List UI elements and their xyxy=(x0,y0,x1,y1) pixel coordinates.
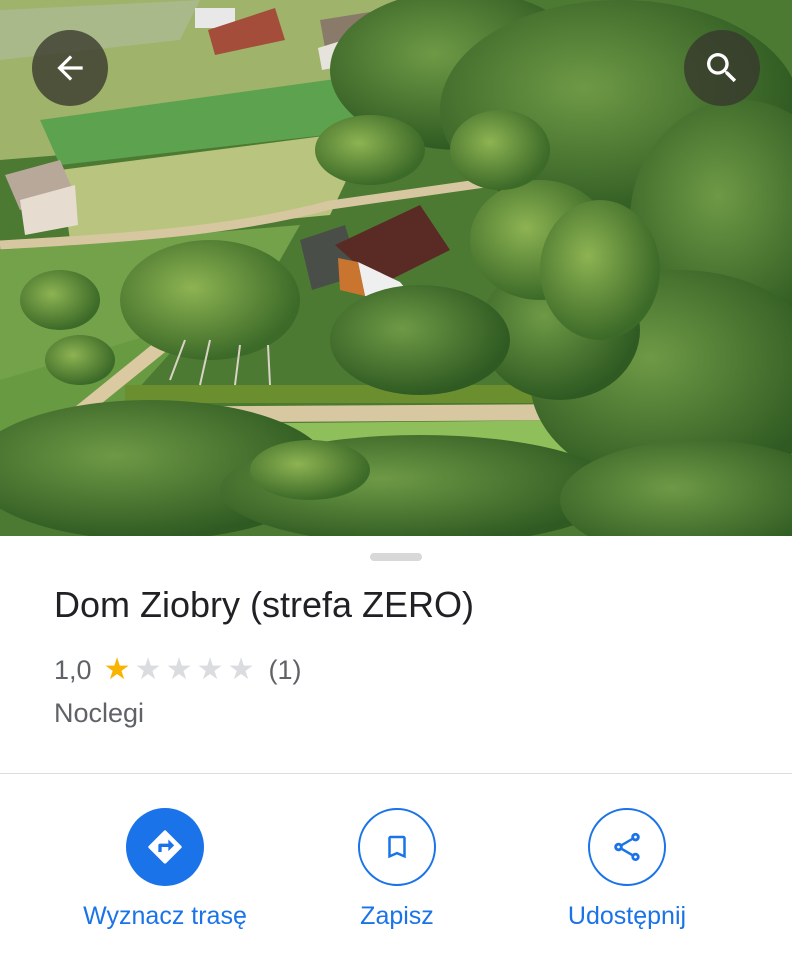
star-empty-icon: ★ xyxy=(196,653,224,686)
aerial-photo-image xyxy=(0,0,792,536)
share-label: Udostępnij xyxy=(567,902,687,930)
save-circle xyxy=(358,808,436,886)
rating-stars: ★ ★ ★ ★ ★ xyxy=(102,655,257,685)
place-photo[interactable] xyxy=(0,0,792,536)
share-icon xyxy=(614,832,640,862)
drag-handle[interactable] xyxy=(370,553,422,561)
directions-label: Wyznacz trasę xyxy=(83,902,247,930)
place-category: Noclegi xyxy=(54,698,145,728)
bookmark-icon xyxy=(388,835,406,859)
star-empty-icon: ★ xyxy=(165,653,193,686)
share-button[interactable]: Udostępnij xyxy=(517,808,737,931)
star-empty-icon: ★ xyxy=(227,653,255,686)
star-empty-icon: ★ xyxy=(134,653,162,686)
place-details-sheet: Dom Ziobry (strefa ZERO) 1,0 ★ ★ ★ ★ ★ (1) N… xyxy=(0,536,792,960)
save-button[interactable]: Zapisz xyxy=(287,808,507,931)
rating-row[interactable]: 1,0 ★ ★ ★ ★ ★ (1) xyxy=(54,650,302,690)
back-button[interactable] xyxy=(32,30,108,106)
star-filled-icon: ★ xyxy=(103,653,131,686)
directions-icon xyxy=(148,830,182,864)
save-label: Zapisz xyxy=(360,902,434,930)
search-button[interactable] xyxy=(684,30,760,106)
search-icon xyxy=(707,53,737,83)
place-title: Dom Ziobry (strefa ZERO) xyxy=(54,584,475,625)
review-count: (1) xyxy=(268,654,302,685)
rating-value: 1,0 xyxy=(54,654,92,685)
divider xyxy=(0,773,792,774)
directions-button[interactable]: Wyznacz trasę xyxy=(55,808,275,931)
arrow-back-icon xyxy=(57,55,83,81)
directions-circle xyxy=(126,808,204,886)
share-circle xyxy=(588,808,666,886)
